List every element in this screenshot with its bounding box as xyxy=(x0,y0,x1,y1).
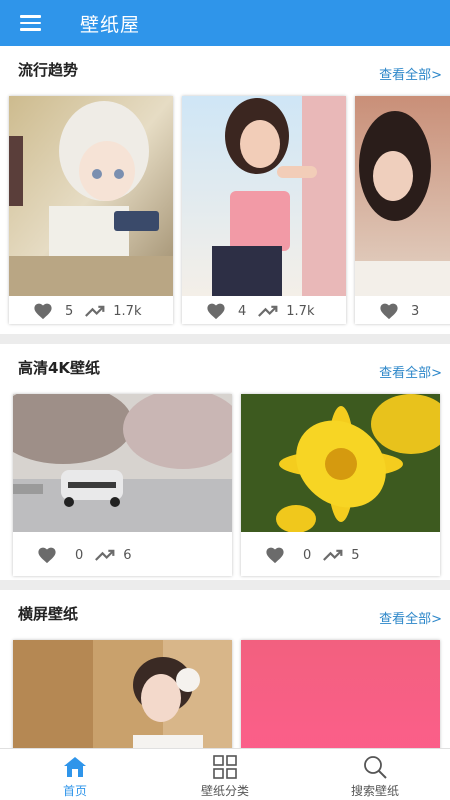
view-all-link[interactable]: 查看全部> xyxy=(379,608,442,627)
grid-icon xyxy=(213,755,237,779)
like-count: 0 xyxy=(75,547,84,563)
trending-icon xyxy=(95,549,115,561)
view-all-link[interactable]: 查看全部> xyxy=(379,362,442,381)
card-stats: 5 1.7k xyxy=(9,296,173,324)
section-title: 高清4K壁纸 xyxy=(18,359,101,377)
section-divider xyxy=(0,580,450,590)
menu-icon[interactable] xyxy=(0,0,60,46)
wallpaper-card[interactable] xyxy=(241,640,440,748)
tab-categories[interactable]: 壁纸分类 xyxy=(150,749,300,800)
wallpaper-thumbnail[interactable] xyxy=(13,394,232,532)
wallpaper-card[interactable]: 5 1.7k xyxy=(9,96,173,324)
view-all-link[interactable]: 查看全部> xyxy=(379,64,442,83)
trend-count: 5 xyxy=(351,547,360,563)
tab-label: 搜索壁纸 xyxy=(350,784,399,798)
section-4k: 高清4K壁纸 查看全部> 0 6 0 5 xyxy=(0,344,450,580)
like-count: 3 xyxy=(411,303,420,319)
tab-label: 壁纸分类 xyxy=(200,784,249,798)
section-title: 流行趋势 xyxy=(18,61,79,79)
tab-label: 首页 xyxy=(62,784,87,798)
wallpaper-card[interactable]: 0 5 xyxy=(241,394,440,576)
wallpaper-thumbnail[interactable] xyxy=(241,394,440,532)
tab-search[interactable]: 搜索壁纸 xyxy=(300,749,450,800)
wallpaper-thumbnail[interactable] xyxy=(13,640,232,748)
card-stats: 0 5 xyxy=(241,540,440,570)
trending-icon xyxy=(323,549,343,561)
app-bar: 壁纸屋 xyxy=(0,0,450,46)
like-count: 5 xyxy=(65,303,74,319)
trend-count: 1.7k xyxy=(113,303,142,319)
tab-home[interactable]: 首页 xyxy=(0,749,150,800)
wallpaper-card[interactable]: 3 xyxy=(355,96,450,324)
card-stats: 3 xyxy=(355,296,450,324)
bottom-tab-bar: 首页 壁纸分类 搜索壁纸 xyxy=(0,748,450,800)
wallpaper-thumbnail[interactable] xyxy=(9,96,173,296)
like-count: 0 xyxy=(303,547,312,563)
home-icon xyxy=(64,757,86,777)
section-landscape: 横屏壁纸 查看全部> xyxy=(0,590,450,748)
wallpaper-card[interactable]: 0 6 xyxy=(13,394,232,576)
trend-count: 6 xyxy=(123,547,132,563)
main-content[interactable]: 流行趋势 查看全部> 5 1.7k 4 1.7k 3 高清4K壁纸 查看全部> … xyxy=(0,46,450,748)
card-stats: 0 6 xyxy=(13,540,232,570)
card-row[interactable] xyxy=(0,638,450,748)
wallpaper-thumbnail[interactable] xyxy=(182,96,346,296)
heart-icon[interactable] xyxy=(37,546,57,564)
search-icon xyxy=(364,756,387,779)
like-count: 4 xyxy=(238,303,247,319)
section-trending: 流行趋势 查看全部> 5 1.7k 4 1.7k 3 xyxy=(0,46,450,334)
card-row[interactable]: 0 6 0 5 xyxy=(0,392,450,580)
app-title: 壁纸屋 xyxy=(80,13,141,36)
heart-icon[interactable] xyxy=(206,302,226,320)
section-title: 横屏壁纸 xyxy=(18,605,79,623)
heart-icon[interactable] xyxy=(33,302,53,320)
trend-count: 1.7k xyxy=(286,303,315,319)
wallpaper-card[interactable]: 4 1.7k xyxy=(182,96,346,324)
wallpaper-thumbnail[interactable] xyxy=(355,96,450,296)
trending-icon xyxy=(258,305,278,317)
section-divider xyxy=(0,334,450,344)
card-stats: 4 1.7k xyxy=(182,296,346,324)
section-header: 高清4K壁纸 查看全部> xyxy=(0,344,450,392)
section-header: 横屏壁纸 查看全部> xyxy=(0,590,450,638)
trending-icon xyxy=(85,305,105,317)
card-row[interactable]: 5 1.7k 4 1.7k 3 xyxy=(0,94,450,334)
wallpaper-thumbnail[interactable] xyxy=(241,640,440,748)
heart-icon[interactable] xyxy=(379,302,399,320)
heart-icon[interactable] xyxy=(265,546,285,564)
wallpaper-card[interactable] xyxy=(13,640,232,748)
section-header: 流行趋势 查看全部> xyxy=(0,46,450,94)
